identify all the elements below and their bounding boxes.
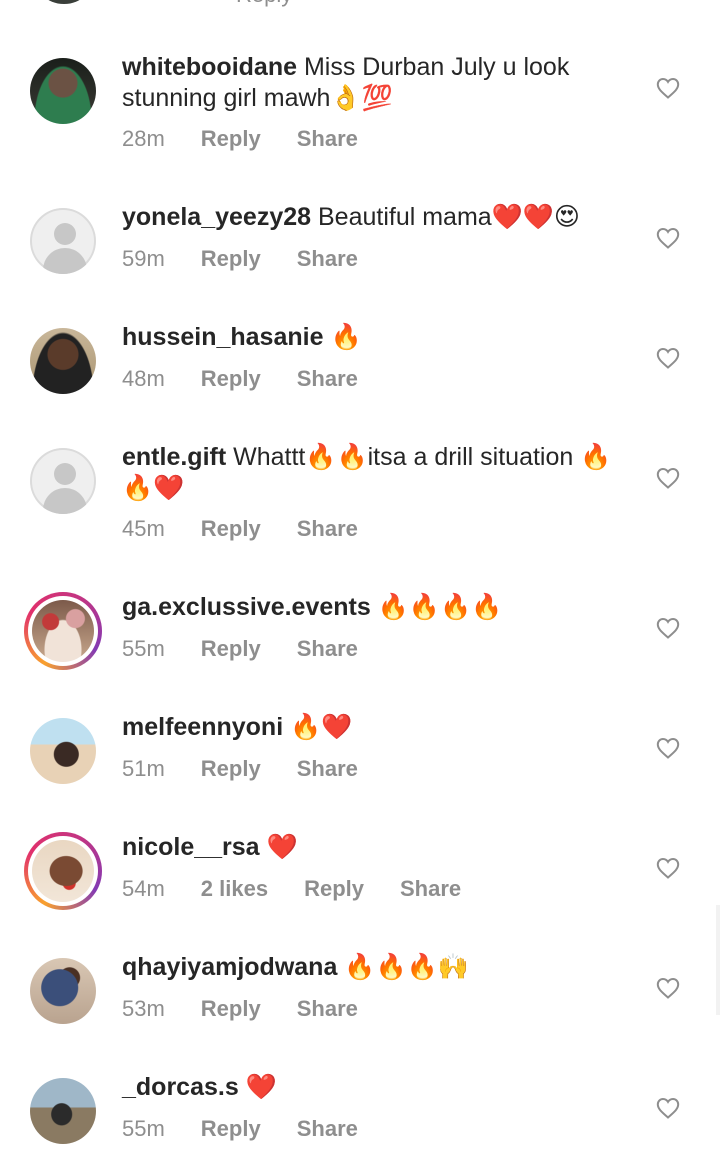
username[interactable]: qhayiyamjodwana	[122, 953, 337, 981]
timestamp: 28m	[122, 126, 165, 151]
reply-button[interactable]: Reply	[201, 636, 261, 661]
reply-button[interactable]: Reply	[304, 876, 364, 901]
reply-button[interactable]: Reply	[201, 246, 261, 271]
heart-icon[interactable]	[656, 977, 680, 999]
share-button[interactable]: Share	[297, 636, 358, 661]
like-count[interactable]: 2 likes	[201, 876, 268, 901]
comment-actions: 48m Reply Share	[122, 366, 394, 392]
heart-icon[interactable]	[656, 1097, 680, 1119]
comment-actions: 54m 2 likes Reply Share	[122, 876, 497, 902]
share-button[interactable]: Share	[297, 516, 358, 541]
avatar[interactable]	[32, 0, 96, 4]
heart-icon[interactable]	[656, 227, 680, 249]
reply-button[interactable]: Reply	[201, 996, 261, 1021]
heart-icon[interactable]	[656, 857, 680, 879]
story-ring[interactable]	[24, 832, 102, 910]
story-ring[interactable]	[24, 592, 102, 670]
comment-actions: 51m Reply Share	[122, 756, 394, 782]
reply-button[interactable]: Reply	[201, 126, 261, 151]
timestamp: 54m	[122, 876, 165, 901]
reply-button[interactable]: Reply	[201, 1116, 261, 1141]
share-button[interactable]: Share	[297, 1116, 358, 1141]
comment-actions: 53m Reply Share	[122, 996, 394, 1022]
reply-button[interactable]: Reply	[201, 366, 261, 391]
heart-icon[interactable]	[656, 347, 680, 369]
heart-icon[interactable]	[656, 737, 680, 759]
share-button[interactable]: Share	[297, 756, 358, 781]
timestamp: 55m	[122, 636, 165, 661]
username[interactable]: melfeennyoni	[122, 713, 283, 741]
scrollbar[interactable]	[716, 905, 720, 1015]
reply-button[interactable]: Reply	[236, 0, 292, 8]
avatar[interactable]	[30, 208, 98, 276]
comment-text: 🔥🔥🔥🙌	[344, 953, 469, 981]
avatar[interactable]	[30, 448, 98, 516]
comment-text: 🔥	[330, 323, 362, 351]
comment-text: Beautiful mama❤️❤️😍	[317, 203, 580, 231]
avatar[interactable]	[30, 328, 98, 396]
default-user-icon	[30, 208, 96, 274]
avatar[interactable]	[30, 718, 98, 786]
avatar[interactable]	[30, 1078, 98, 1146]
comment-actions: 55m Reply Share	[122, 1116, 394, 1142]
comment-actions: 59m Reply Share	[122, 246, 394, 272]
avatar[interactable]	[30, 958, 98, 1026]
heart-icon[interactable]	[656, 467, 680, 489]
share-button[interactable]: Share	[297, 246, 358, 271]
comment-text: 🔥🔥🔥🔥	[377, 593, 503, 621]
heart-icon[interactable]	[656, 77, 680, 99]
default-user-icon	[30, 448, 96, 514]
comment-text: ❤️	[245, 1073, 277, 1101]
comment-text: 🔥❤️	[290, 713, 353, 741]
share-button[interactable]: Share	[297, 126, 358, 151]
timestamp: 48m	[122, 366, 165, 391]
reply-button[interactable]: Reply	[201, 516, 261, 541]
username[interactable]: nicole__rsa	[122, 833, 260, 861]
timestamp: 55m	[122, 1116, 165, 1141]
username[interactable]: yonela_yeezy28	[122, 203, 311, 231]
share-button[interactable]: Share	[297, 366, 358, 391]
avatar[interactable]	[24, 592, 102, 670]
heart-icon[interactable]	[656, 617, 680, 639]
username[interactable]: hussein_hasanie	[122, 323, 323, 351]
comment-actions: 45m Reply Share	[122, 516, 394, 542]
comment-text: ❤️	[266, 833, 298, 861]
timestamp: 59m	[122, 246, 165, 271]
username[interactable]: entle.gift	[122, 443, 226, 471]
comment-actions: 28m Reply Share	[122, 126, 394, 152]
username[interactable]: whitebooidane	[122, 53, 297, 81]
username[interactable]: _dorcas.s	[122, 1073, 239, 1101]
reply-button[interactable]: Reply	[201, 756, 261, 781]
timestamp: 51m	[122, 756, 165, 781]
avatar[interactable]	[24, 832, 102, 910]
share-button[interactable]: Share	[400, 876, 461, 901]
share-button[interactable]: Share	[297, 996, 358, 1021]
timestamp: 45m	[122, 516, 165, 541]
avatar[interactable]	[30, 58, 98, 126]
timestamp: 53m	[122, 996, 165, 1021]
comment-actions: 55m Reply Share	[122, 636, 394, 662]
username[interactable]: ga.exclussive.events	[122, 593, 371, 621]
